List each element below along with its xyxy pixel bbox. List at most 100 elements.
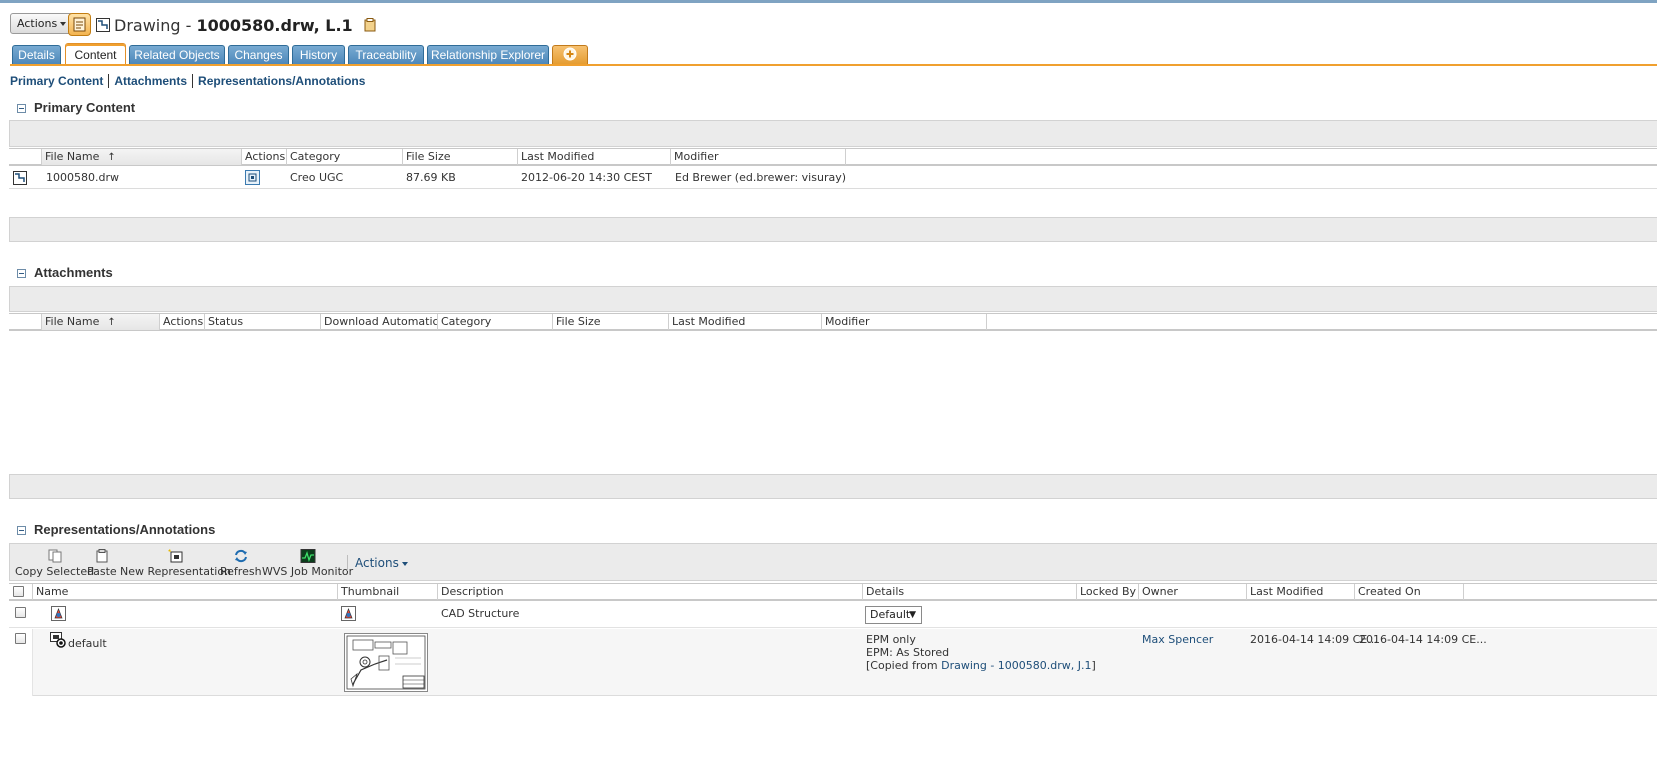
page-title: Drawing - 1000580.drw, L.1 [96,15,376,37]
cad-structure-thumbnail-icon[interactable] [341,606,356,621]
info-page-icon[interactable] [68,13,91,36]
column-file-name[interactable]: File Name ↑ [42,314,160,330]
created-on-cell: 2016-04-14 14:09 CE... [1359,633,1487,646]
file-name-cell[interactable]: 1000580.drw [46,171,119,184]
copy-icon [48,549,62,563]
tab-traceability[interactable]: Traceability [348,45,424,65]
copy-selected-button[interactable]: Copy Selected [15,549,94,578]
column-file-name-label: File Name [45,150,100,163]
add-tab-button[interactable] [552,45,588,65]
tab-content[interactable]: Content [65,43,126,66]
actions-menu-label: Actions [17,17,58,30]
select-all-checkbox[interactable] [13,586,24,597]
collapse-primary-content-icon[interactable] [17,104,26,113]
subnav-separator [108,74,110,88]
representations-toolbar: Copy Selected Paste New Representation R… [9,543,1657,581]
column-thumbnail[interactable]: Thumbnail [338,584,438,600]
column-category[interactable]: Category [287,149,403,165]
attachments-title: Attachments [34,265,113,280]
primary-content-footer [9,217,1657,242]
refresh-icon [234,549,247,563]
column-file-name-label: File Name [45,315,100,328]
details-line-3-prefix: [Copied from [866,659,942,672]
table-row[interactable]: 1000580.drw Creo UGC 87.69 KB 2012-06-20… [9,167,1657,189]
column-last-modified[interactable]: Last Modified [1247,584,1355,600]
column-actions[interactable]: Actions [160,314,205,330]
drawing-thumbnail-image [346,635,426,690]
row-checkbox[interactable] [15,633,26,644]
column-actions[interactable]: Actions [242,149,287,165]
subnav-attachments[interactable]: Attachments [114,74,187,88]
tab-details[interactable]: Details [12,45,61,65]
representation-thumbnail[interactable] [344,633,428,692]
owner-link[interactable]: Max Spencer [1142,633,1213,646]
column-created-on[interactable]: Created On [1355,584,1464,600]
new-representation-button[interactable]: New Representation [120,549,231,578]
view-content-icon[interactable] [245,170,260,185]
copied-from-link[interactable]: Drawing - 1000580.drw, J.1 [941,659,1091,672]
title-object-name: 1000580.drw, L.1 [196,16,353,35]
table-row[interactable]: default EPM only EPM: As Stored [Copied … [9,629,1657,696]
title-prefix: Drawing - [114,16,197,35]
column-last-modified[interactable]: Last Modified [669,314,822,330]
drawing-icon [96,18,110,32]
cad-structure-icon [51,606,66,621]
column-last-modified[interactable]: Last Modified [518,149,671,165]
subnav-separator [192,74,194,88]
column-name[interactable]: Name [33,584,338,600]
column-file-size[interactable]: File Size [553,314,669,330]
caret-down-icon [60,22,67,26]
drawing-file-icon[interactable] [13,171,27,185]
details-line-3-suffix: ] [1091,659,1096,672]
column-status[interactable]: Status [205,314,321,330]
column-file-name[interactable]: File Name ↑ [42,149,242,165]
column-download-automatically[interactable]: Download Automatically [321,314,438,330]
wvs-job-monitor-label: WVS Job Monitor [262,565,354,578]
wvs-job-monitor-button[interactable]: WVS Job Monitor [262,549,353,578]
description-cell: CAD Structure [441,607,520,620]
collapse-attachments-icon[interactable] [17,269,26,278]
representations-title: Representations/Annotations [34,522,216,537]
column-details[interactable]: Details [863,584,1077,600]
tab-history[interactable]: History [292,45,345,65]
subnav-primary-content[interactable]: Primary Content [10,74,103,88]
refresh-button[interactable]: Refresh [220,549,262,578]
details-select[interactable]: Default ▼ [865,606,922,624]
table-row[interactable]: CAD Structure Default ▼ [9,602,1657,628]
column-locked-by[interactable]: Locked By [1077,584,1139,600]
representation-name[interactable]: default [68,637,107,650]
subnav-representations[interactable]: Representations/Annotations [198,74,365,88]
primary-content-title: Primary Content [34,100,136,115]
column-category[interactable]: Category [438,314,553,330]
tab-relationship-explorer[interactable]: Relationship Explorer [427,45,549,65]
new-representation-icon [167,549,183,563]
primary-content-header: File Name ↑ Actions Category File Size La… [9,148,1657,166]
column-modifier[interactable]: Modifier [671,149,846,165]
column-description[interactable]: Description [438,584,863,600]
column-owner[interactable]: Owner [1139,584,1247,600]
details-cell: EPM only EPM: As Stored [Copied from Dra… [866,633,1096,672]
column-file-size[interactable]: File Size [403,149,518,165]
category-cell: Creo UGC [290,171,344,184]
details-line-2: EPM: As Stored [866,646,950,659]
details-select-value: Default [870,608,911,621]
collapse-representations-icon[interactable] [17,526,26,535]
paste-button[interactable]: Paste [87,549,117,578]
refresh-label: Refresh [220,565,262,578]
actions-menu-button[interactable]: Actions [10,13,74,34]
content-subnav: Primary Content Attachments Representation… [10,74,365,88]
actions-menu-label: Actions [355,556,399,570]
clipboard-icon[interactable] [364,18,376,32]
caret-down-icon [401,561,408,566]
new-representation-label: New Representation [120,565,232,578]
attachments-header: File Name ↑ Actions Status Download Autom… [9,313,1657,331]
representations-header: Name Thumbnail Description Details Locke… [9,583,1657,601]
representation-icon [50,632,66,648]
select-all-cell [9,584,33,600]
column-modifier[interactable]: Modifier [822,314,987,330]
representations-actions-menu[interactable]: Actions [355,556,408,570]
details-line-1: EPM only [866,633,916,646]
tab-related-objects[interactable]: Related Objects [129,45,225,65]
tab-changes[interactable]: Changes [228,45,289,65]
row-checkbox[interactable] [15,607,26,618]
